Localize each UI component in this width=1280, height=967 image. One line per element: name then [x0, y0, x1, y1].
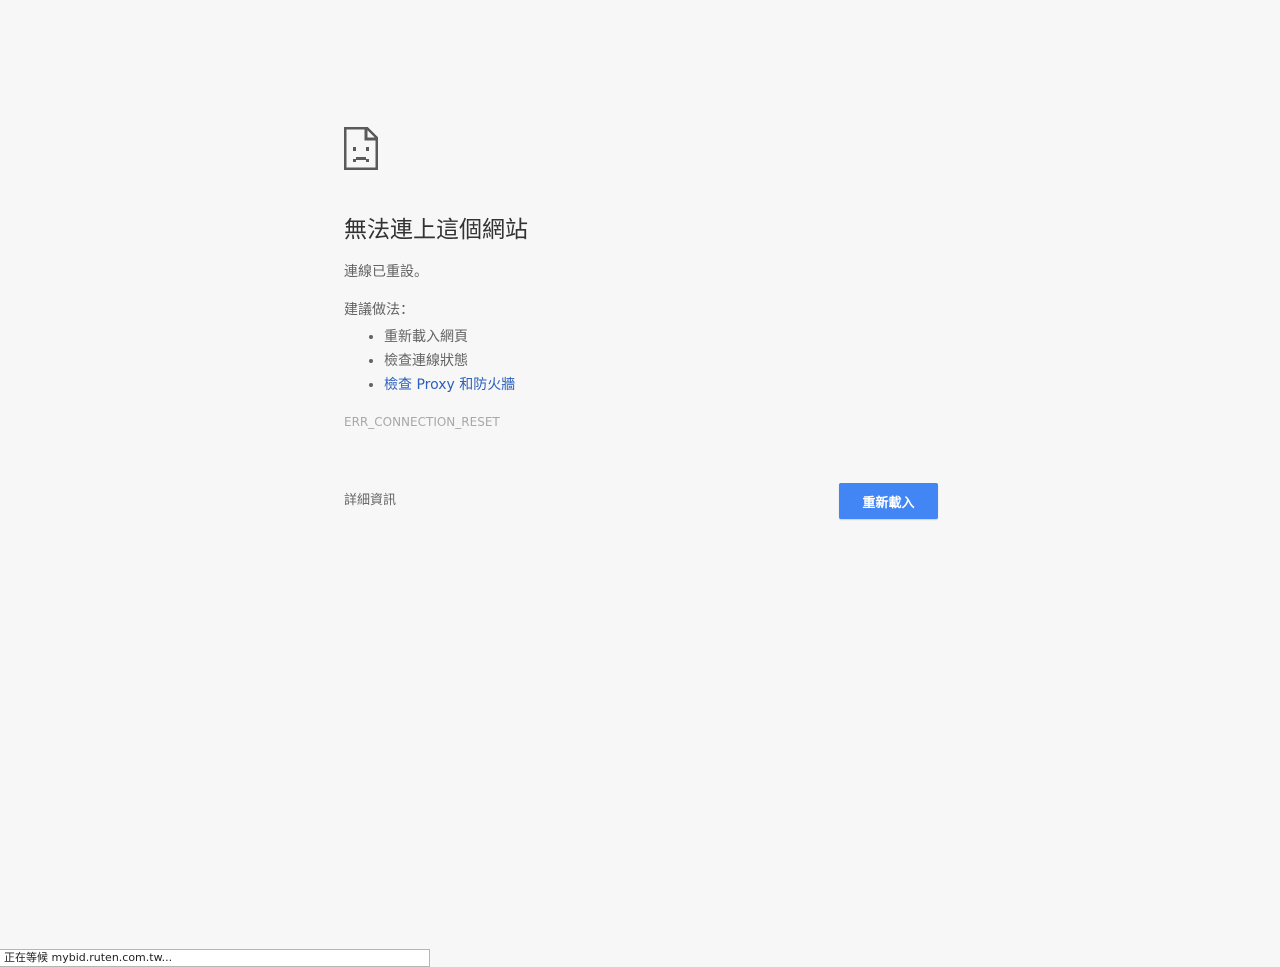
reload-button[interactable]: 重新載入: [839, 483, 938, 519]
suggestion-item-check-proxy: 檢查 Proxy 和防火牆: [384, 373, 938, 397]
suggestion-label: 重新載入網頁: [384, 329, 468, 345]
details-button[interactable]: 詳細資訊: [344, 492, 396, 510]
button-bar: 詳細資訊 重新載入: [344, 483, 938, 519]
sad-page-icon: [344, 127, 378, 170]
error-code: ERR_CONNECTION_RESET: [344, 415, 500, 429]
suggestion-item-reload: 重新載入網頁: [384, 325, 938, 349]
error-content: 無法連上這個網站 連線已重設。 建議做法： 重新載入網頁 檢查連線狀態 檢查 P…: [344, 127, 938, 430]
suggestion-label: 檢查連線狀態: [384, 353, 468, 369]
suggestion-item-check-connection: 檢查連線狀態: [384, 349, 938, 373]
status-bubble: 正在等候 mybid.ruten.com.tw...: [0, 949, 430, 967]
suggestions-list: 重新載入網頁 檢查連線狀態 檢查 Proxy 和防火牆: [344, 325, 938, 397]
page-title: 無法連上這個網站: [344, 217, 528, 243]
suggestions-heading: 建議做法：: [344, 302, 414, 318]
check-proxy-link[interactable]: 檢查 Proxy 和防火牆: [384, 377, 515, 393]
error-page: 無法連上這個網站 連線已重設。 建議做法： 重新載入網頁 檢查連線狀態 檢查 P…: [0, 0, 1280, 967]
error-summary: 連線已重設。: [344, 264, 428, 280]
